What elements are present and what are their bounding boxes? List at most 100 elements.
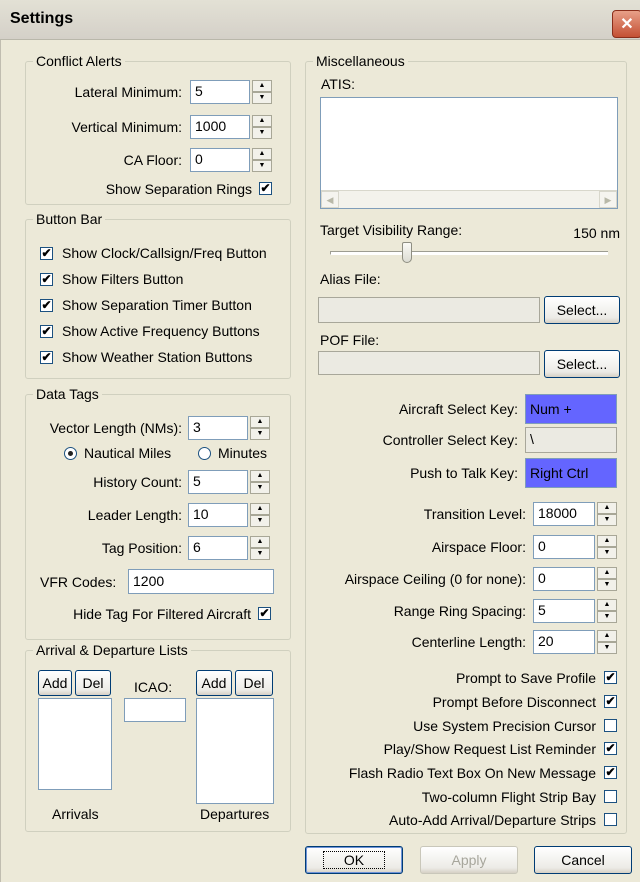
icao-input[interactable]	[124, 698, 186, 722]
ok-button[interactable]: OK	[305, 846, 403, 874]
nautical-miles-radio[interactable]	[64, 447, 77, 460]
range-ring-spacing-value[interactable]: 5	[533, 599, 595, 623]
show-filters-button-checkbox[interactable]: ✔	[40, 273, 53, 286]
miscellaneous-legend: Miscellaneous	[316, 53, 405, 69]
flash-radio-text-checkbox[interactable]: ✔	[604, 766, 617, 779]
prompt-save-profile-checkbox[interactable]: ✔	[604, 671, 617, 684]
button-bar-legend: Button Bar	[36, 211, 103, 227]
minutes-label: Minutes	[218, 445, 268, 461]
apply-button[interactable]: Apply	[420, 846, 518, 874]
target-visibility-value: 150 nm	[573, 225, 620, 241]
push-to-talk-key-input[interactable]: Right Ctrl	[525, 458, 617, 488]
add-arrival-button[interactable]: Add	[38, 670, 72, 696]
ca-floor-value[interactable]: 0	[190, 148, 250, 172]
spin-down-icon[interactable]: ▼	[250, 482, 270, 494]
two-column-strip-bay-checkbox[interactable]	[604, 790, 617, 803]
show-active-frequency-checkbox[interactable]: ✔	[40, 325, 53, 338]
arrival-departure-legend: Arrival & Departure Lists	[36, 642, 188, 658]
spin-up-icon[interactable]: ▲	[250, 470, 270, 482]
system-precision-cursor-checkbox[interactable]	[604, 719, 617, 732]
alias-file-input[interactable]	[318, 297, 540, 323]
del-arrival-button[interactable]: Del	[75, 670, 111, 696]
centerline-length-value[interactable]: 20	[533, 630, 595, 654]
spin-up-icon[interactable]: ▲	[250, 416, 270, 428]
pof-select-button[interactable]: Select...	[544, 350, 620, 378]
controller-select-key-input[interactable]: \	[525, 427, 617, 453]
push-to-talk-key-label: Push to Talk Key:	[410, 465, 518, 481]
alias-select-button[interactable]: Select...	[544, 296, 620, 324]
target-visibility-label: Target Visibility Range:	[320, 222, 463, 238]
controller-select-key-label: Controller Select Key:	[382, 432, 518, 448]
vector-length-label: Vector Length (NMs):	[49, 420, 182, 436]
ca-floor-label: CA Floor:	[123, 152, 182, 168]
icao-label: ICAO:	[134, 679, 173, 695]
scroll-left-icon[interactable]: ◀	[321, 191, 339, 208]
spin-down-icon[interactable]: ▼	[250, 515, 270, 527]
spin-up-icon[interactable]: ▲	[252, 80, 272, 92]
request-list-reminder-label: Play/Show Request List Reminder	[383, 741, 596, 757]
leader-length-value[interactable]: 10	[188, 503, 248, 527]
atis-horizontal-scrollbar[interactable]: ◀ ▶	[321, 190, 617, 208]
cancel-button[interactable]: Cancel	[534, 846, 632, 874]
show-separation-timer-checkbox[interactable]: ✔	[40, 299, 53, 312]
alias-file-label: Alias File:	[320, 271, 381, 287]
system-precision-cursor-label: Use System Precision Cursor	[413, 718, 596, 734]
prompt-before-disconnect-checkbox[interactable]: ✔	[604, 695, 617, 708]
scroll-right-icon[interactable]: ▶	[599, 191, 617, 208]
spin-down-icon[interactable]: ▼	[250, 548, 270, 560]
spin-down-icon[interactable]: ▼	[597, 547, 617, 559]
vfr-codes-input[interactable]: 1200	[128, 569, 274, 594]
auto-add-strips-checkbox[interactable]	[604, 813, 617, 826]
slider-thumb[interactable]	[402, 242, 413, 263]
minutes-radio[interactable]	[198, 447, 211, 460]
pof-file-input[interactable]	[318, 351, 540, 375]
spin-up-icon[interactable]: ▲	[597, 535, 617, 547]
spin-down-icon[interactable]: ▼	[252, 127, 272, 139]
request-list-reminder-checkbox[interactable]: ✔	[604, 742, 617, 755]
show-clock-button-label: Show Clock/Callsign/Freq Button	[62, 245, 267, 261]
target-visibility-slider[interactable]	[322, 242, 616, 264]
spin-up-icon[interactable]: ▲	[250, 536, 270, 548]
history-count-value[interactable]: 5	[188, 470, 248, 494]
spin-down-icon[interactable]: ▼	[597, 514, 617, 526]
show-clock-button-checkbox[interactable]: ✔	[40, 247, 53, 260]
vector-length-value[interactable]: 3	[188, 416, 248, 440]
airspace-ceiling-value[interactable]: 0	[533, 567, 595, 591]
show-weather-station-checkbox[interactable]: ✔	[40, 351, 53, 364]
add-departure-button[interactable]: Add	[196, 670, 232, 696]
two-column-strip-bay-label: Two-column Flight Strip Bay	[421, 789, 596, 805]
pof-file-label: POF File:	[320, 332, 380, 348]
spin-up-icon[interactable]: ▲	[250, 503, 270, 515]
spin-up-icon[interactable]: ▲	[597, 502, 617, 514]
auto-add-strips-label: Auto-Add Arrival/Departure Strips	[389, 812, 596, 828]
arrivals-list[interactable]	[38, 698, 112, 790]
airspace-floor-value[interactable]: 0	[533, 535, 595, 559]
atis-textbox[interactable]: ◀ ▶	[320, 97, 618, 209]
spin-down-icon[interactable]: ▼	[252, 160, 272, 172]
spin-down-icon[interactable]: ▼	[597, 642, 617, 654]
tag-position-value[interactable]: 6	[188, 536, 248, 560]
lateral-minimum-value[interactable]: 5	[190, 80, 250, 104]
vfr-codes-label: VFR Codes:	[40, 574, 117, 590]
centerline-length-label: Centerline Length:	[411, 634, 526, 650]
spin-up-icon[interactable]: ▲	[597, 630, 617, 642]
spin-down-icon[interactable]: ▼	[250, 428, 270, 440]
show-separation-timer-label: Show Separation Timer Button	[62, 297, 252, 313]
window-frame-left	[0, 40, 6, 882]
show-separation-rings-checkbox[interactable]: ✔	[259, 182, 272, 195]
leader-length-label: Leader Length:	[87, 507, 182, 523]
aircraft-select-key-input[interactable]: Num +	[525, 394, 617, 424]
close-button[interactable]: ✕	[612, 10, 640, 38]
transition-level-value[interactable]: 18000	[533, 502, 595, 526]
spin-up-icon[interactable]: ▲	[597, 567, 617, 579]
vertical-minimum-value[interactable]: 1000	[190, 115, 250, 139]
del-departure-button[interactable]: Del	[235, 670, 273, 696]
spin-up-icon[interactable]: ▲	[252, 115, 272, 127]
spin-down-icon[interactable]: ▼	[597, 611, 617, 623]
hide-tag-checkbox[interactable]: ✔	[258, 607, 271, 620]
spin-up-icon[interactable]: ▲	[597, 599, 617, 611]
spin-down-icon[interactable]: ▼	[252, 92, 272, 104]
spin-down-icon[interactable]: ▼	[597, 579, 617, 591]
spin-up-icon[interactable]: ▲	[252, 148, 272, 160]
departures-list[interactable]	[196, 698, 274, 804]
